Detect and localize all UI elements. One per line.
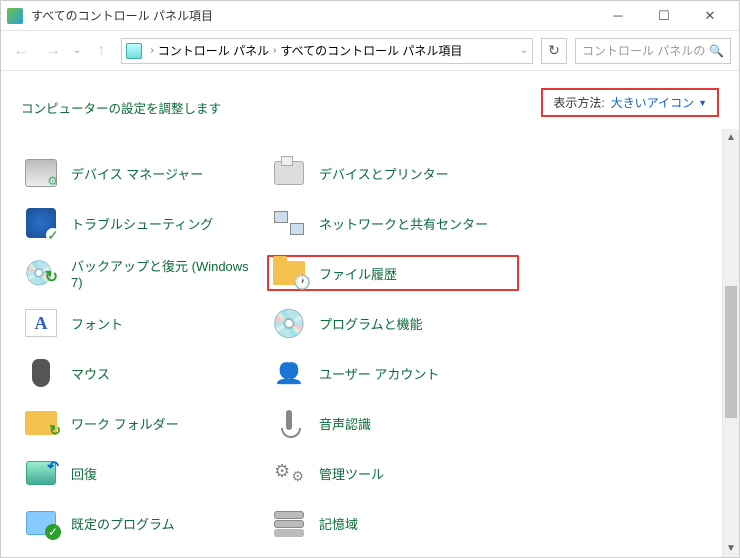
control-panel-grid: デバイス マネージャー デバイスとプリンター トラブルシューティング ネットワー…: [1, 129, 735, 541]
minimize-button[interactable]: ─: [595, 1, 641, 31]
users-icon: [271, 355, 307, 391]
item-label: ユーザー アカウント: [319, 364, 439, 383]
scroll-up-button[interactable]: ▲: [723, 129, 739, 146]
backup-icon: [23, 255, 59, 291]
item-storage-spaces[interactable]: 記憶域: [271, 505, 519, 541]
breadcrumb-dropdown-icon[interactable]: ⌄: [520, 45, 528, 56]
font-icon: A: [23, 305, 59, 341]
scroll-thumb[interactable]: [725, 286, 737, 418]
item-default-programs[interactable]: 既定のプログラム: [23, 505, 271, 541]
item-label: 既定のプログラム: [71, 514, 175, 533]
history-dropdown[interactable]: ⌄: [73, 45, 81, 56]
item-admin-tools[interactable]: 管理ツール: [271, 455, 519, 491]
keyboard-icon: [271, 131, 307, 141]
item-label: デバイス マネージャー: [71, 164, 203, 183]
item-label: 回復: [71, 464, 97, 483]
item-fonts[interactable]: A フォント: [23, 305, 271, 341]
item-label: 管理ツール: [319, 464, 384, 483]
item-user-accounts[interactable]: ユーザー アカウント: [271, 355, 519, 391]
work-folder-icon: [23, 405, 59, 441]
item-speech-recognition[interactable]: 音声認識: [271, 405, 519, 441]
up-button[interactable]: ↑: [89, 39, 113, 63]
item-devices-printers[interactable]: デバイスとプリンター: [271, 155, 519, 191]
control-panel-icon: [126, 43, 142, 59]
network-icon: [271, 205, 307, 241]
page-subtitle: コンピューターの設定を調整します: [21, 98, 221, 117]
printer-icon: [271, 155, 307, 191]
breadcrumb[interactable]: › コントロール パネル › すべてのコントロール パネル項目 ⌄: [121, 38, 533, 64]
view-by-value: 大きいアイコン: [611, 94, 694, 111]
vertical-scrollbar[interactable]: ▲ ▼: [722, 129, 739, 557]
back-button[interactable]: ←: [9, 39, 33, 63]
default-programs-icon: [23, 505, 59, 541]
recovery-icon: [23, 455, 59, 491]
search-input[interactable]: コントロール パネルの検索 🔍: [575, 38, 731, 64]
cd-icon: 💿: [271, 305, 307, 341]
item-programs-features[interactable]: 💿 プログラムと機能: [271, 305, 519, 341]
item-troubleshooting[interactable]: トラブルシューティング: [23, 205, 271, 241]
search-placeholder: コントロール パネルの検索: [582, 42, 705, 59]
item-label: バックアップと復元 (Windows 7): [71, 256, 251, 290]
scroll-down-button[interactable]: ▼: [723, 540, 739, 557]
search-icon: 🔍: [709, 44, 724, 58]
view-by-selector[interactable]: 表示方法: 大きいアイコン ▼: [541, 88, 719, 117]
window-titlebar: すべてのコントロール パネル項目 ─ ☐ ✕: [1, 1, 739, 31]
view-by-label: 表示方法:: [553, 94, 604, 111]
item-device-manager[interactable]: デバイス マネージャー: [23, 155, 271, 191]
item-label: 記憶域: [319, 514, 358, 533]
chevron-down-icon: ▼: [698, 98, 707, 108]
item-label: ワーク フォルダー: [71, 414, 179, 433]
mouse-icon: [23, 355, 59, 391]
breadcrumb-item[interactable]: すべてのコントロール パネル項目: [280, 42, 462, 59]
item-label: トラブルシューティング: [71, 214, 213, 233]
microphone-icon: [271, 405, 307, 441]
item-label: ネットワークと共有センター: [319, 214, 488, 233]
troubleshoot-icon: [23, 205, 59, 241]
device-manager-icon: [23, 155, 59, 191]
item-label: 音声認識: [319, 414, 371, 433]
breadcrumb-item[interactable]: コントロール パネル: [158, 42, 269, 59]
item-network-sharing[interactable]: ネットワークと共有センター: [271, 205, 519, 241]
gears-icon: [271, 455, 307, 491]
folder-history-icon: [271, 255, 307, 291]
item-label: マウス: [71, 364, 110, 383]
app-icon: [7, 8, 23, 24]
item-label: ファイル履歴: [319, 264, 397, 283]
item-mouse[interactable]: マウス: [23, 355, 271, 391]
item-label: フォント: [71, 314, 123, 333]
item-work-folders[interactable]: ワーク フォルダー: [23, 405, 271, 441]
forward-button[interactable]: →: [41, 39, 65, 63]
maximize-button[interactable]: ☐: [641, 1, 687, 31]
close-button[interactable]: ✕: [687, 1, 733, 31]
separator-icon: ›: [150, 45, 153, 56]
storage-icon: [271, 505, 307, 541]
address-bar: ← → ⌄ ↑ › コントロール パネル › すべてのコントロール パネル項目 …: [1, 31, 739, 71]
separator-icon: ›: [273, 45, 276, 56]
header-strip: コンピューターの設定を調整します 表示方法: 大きいアイコン ▼: [1, 71, 739, 129]
item-backup-restore[interactable]: バックアップと復元 (Windows 7): [23, 255, 271, 291]
scroll-track[interactable]: [723, 146, 739, 540]
content-area: デバイス マネージャー デバイスとプリンター トラブルシューティング ネットワー…: [1, 129, 739, 557]
item-recovery[interactable]: 回復: [23, 455, 271, 491]
list-item[interactable]: [23, 131, 271, 141]
item-label: プログラムと機能: [319, 314, 423, 333]
window-title: すべてのコントロール パネル項目: [31, 7, 595, 24]
item-file-history[interactable]: ファイル履歴: [267, 255, 519, 291]
refresh-button[interactable]: ↻: [541, 38, 567, 64]
list-item[interactable]: [271, 131, 519, 141]
keyboard-icon: [23, 131, 59, 141]
item-label: デバイスとプリンター: [319, 164, 449, 183]
